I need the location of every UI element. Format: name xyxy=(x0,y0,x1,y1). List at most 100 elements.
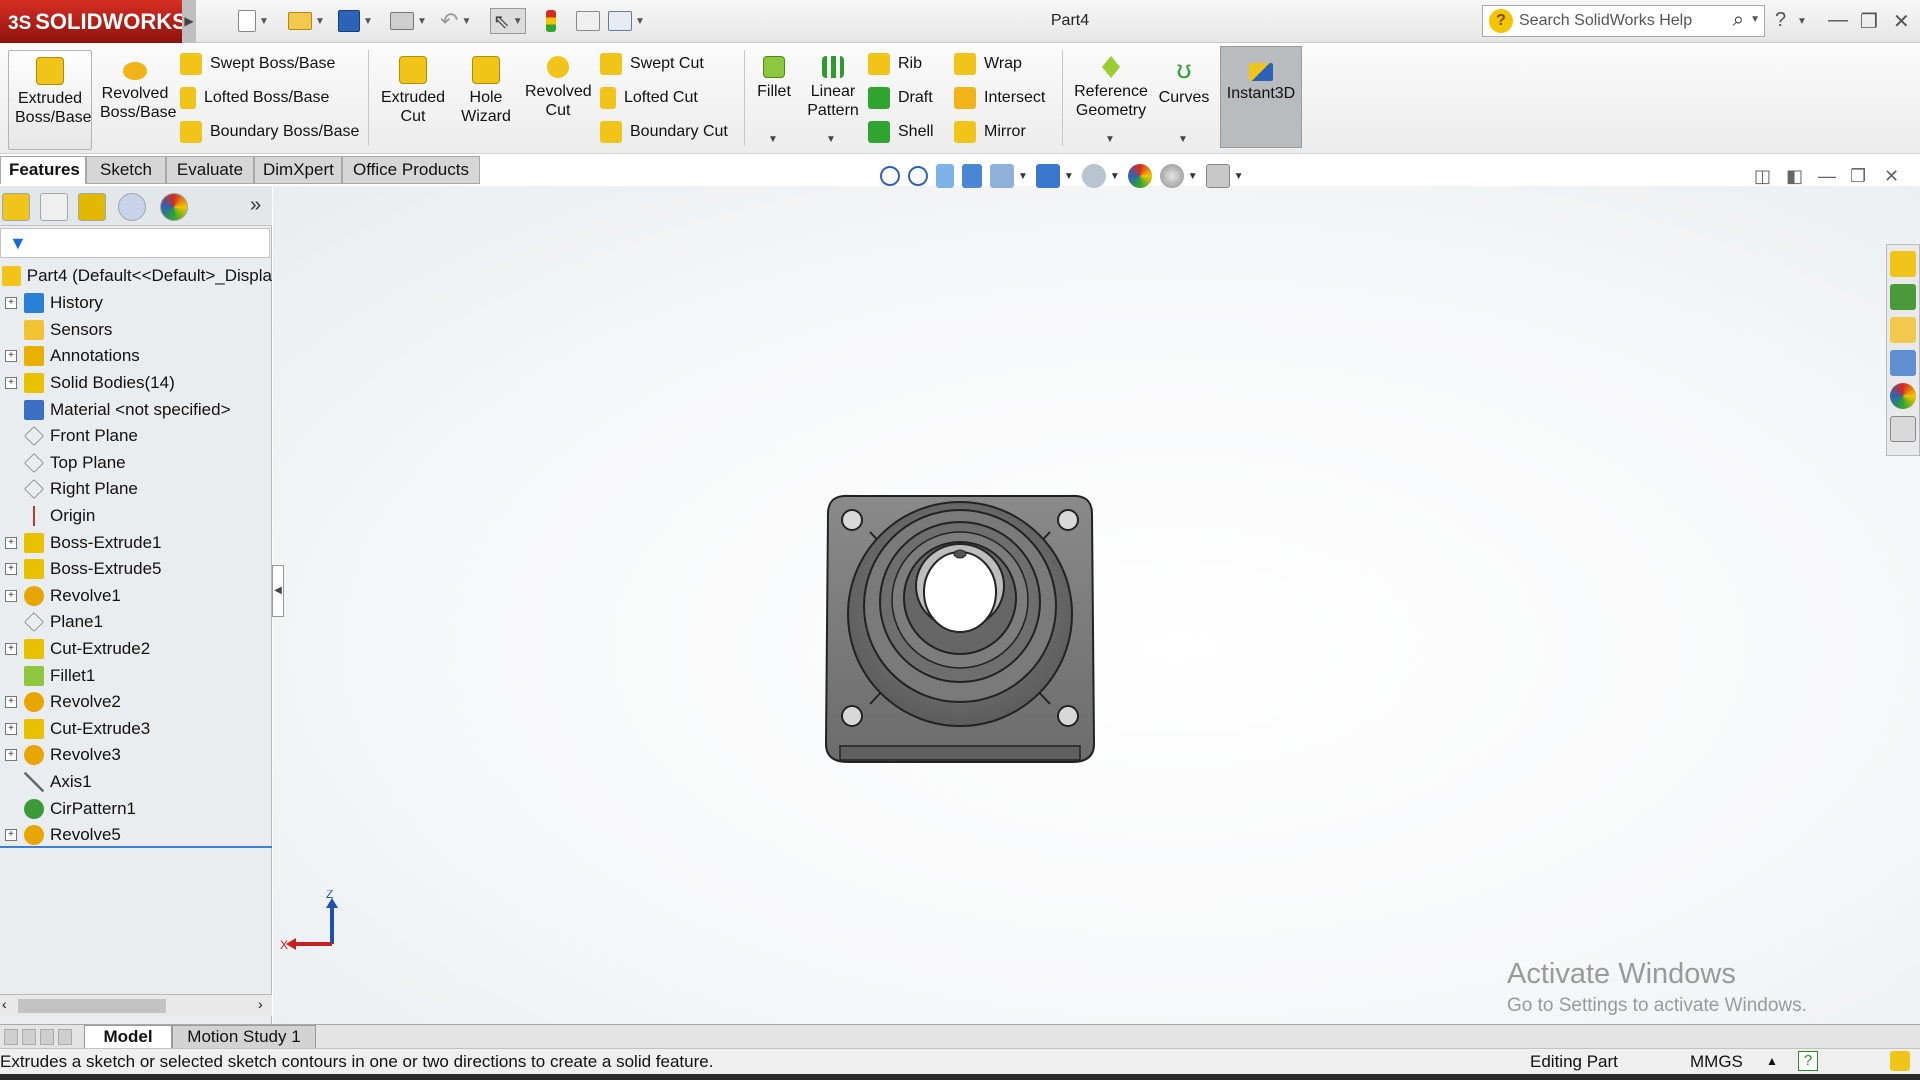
tree-item[interactable]: + Boss-Extrude1 xyxy=(0,529,272,556)
tab-sketch[interactable]: Sketch xyxy=(86,156,166,184)
expand-plus-icon[interactable]: + xyxy=(5,696,17,709)
chevron-down-icon[interactable]: ▼ xyxy=(363,16,373,27)
apply-scene-icon[interactable] xyxy=(1159,164,1184,188)
curves-button[interactable]: ʊ Curves xyxy=(1158,50,1210,107)
tree-item[interactable]: Material <not specified> xyxy=(0,396,272,423)
print-button[interactable]: ▼ xyxy=(390,8,427,34)
tree-filter[interactable]: ▼ xyxy=(0,228,270,258)
tree-item[interactable]: + Revolve2 xyxy=(0,689,272,716)
tree-item[interactable]: + Cut-Extrude3 xyxy=(0,716,272,743)
expand-plus-icon[interactable]: + xyxy=(5,749,17,762)
expand-plus-icon[interactable]: + xyxy=(5,350,17,363)
tab-dimxpert[interactable]: DimXpert xyxy=(254,156,342,184)
tab-motion-study-1[interactable]: Motion Study 1 xyxy=(172,1025,316,1049)
instant3d-button[interactable]: Instant3D xyxy=(1220,46,1302,148)
tab-evaluate[interactable]: Evaluate xyxy=(166,156,254,184)
expand-plus-icon[interactable]: + xyxy=(5,589,17,602)
tree-item[interactable]: Origin xyxy=(0,503,272,530)
prev-tab-arrow[interactable] xyxy=(22,1029,36,1045)
new-document-button[interactable]: ▼ xyxy=(238,8,269,34)
scroll-right-icon[interactable]: › xyxy=(258,996,263,1012)
tree-item[interactable]: Fillet1 xyxy=(0,662,272,689)
fillet-button[interactable]: Fillet xyxy=(750,50,798,101)
mirror-button[interactable]: Mirror xyxy=(954,118,1026,146)
view-orientation-icon[interactable] xyxy=(990,164,1014,188)
curves-dropdown-arrow[interactable]: ▼ xyxy=(1178,134,1188,145)
chevron-down-icon[interactable]: ▼ xyxy=(259,16,269,27)
tree-item[interactable]: + Cut-Extrude2 xyxy=(0,636,272,663)
boundary-boss-base-button[interactable]: Boundary Boss/Base xyxy=(180,118,359,146)
next-tab-arrow[interactable] xyxy=(40,1029,54,1045)
appearances-scenes-icon[interactable] xyxy=(1890,383,1916,409)
options-button[interactable]: ▼ xyxy=(608,8,645,34)
tree-item[interactable]: CirPattern1 xyxy=(0,795,272,822)
expand-plus-icon[interactable]: + xyxy=(5,643,17,656)
design-library-icon[interactable] xyxy=(1890,284,1916,310)
zoom-to-fit-icon[interactable] xyxy=(880,166,900,186)
tree-item[interactable]: + Solid Bodies(14) xyxy=(0,370,272,397)
chevron-down-icon[interactable]: ▼ xyxy=(1064,171,1074,182)
configuration-manager-icon[interactable] xyxy=(78,193,106,221)
chevron-down-icon[interactable]: ▼ xyxy=(315,16,325,27)
tab-model[interactable]: Model xyxy=(84,1025,172,1049)
extruded-boss-base-button[interactable]: Extruded Boss/Base xyxy=(8,50,92,150)
edit-appearance-icon[interactable] xyxy=(1127,164,1152,188)
expand-plus-icon[interactable]: + xyxy=(5,829,17,842)
expand-plus-icon[interactable]: + xyxy=(5,563,17,576)
tab-features[interactable]: Features xyxy=(0,156,86,184)
tree-item[interactable]: + Revolve5 xyxy=(0,822,272,849)
chevron-down-icon[interactable]: ▼ xyxy=(461,16,471,27)
intersect-button[interactable]: Intersect xyxy=(954,84,1045,112)
display-manager-icon[interactable] xyxy=(160,193,188,221)
chevron-down-icon[interactable]: ▼ xyxy=(1018,171,1028,182)
help-icon[interactable]: ? xyxy=(1775,9,1786,32)
flange-bearing-model[interactable] xyxy=(810,494,1110,764)
restore-icon[interactable]: ❐ xyxy=(1860,9,1878,34)
tree-item[interactable]: + Boss-Extrude5 xyxy=(0,556,272,583)
reference-geometry-dropdown-arrow[interactable]: ▼ xyxy=(1105,134,1115,145)
chevron-down-icon[interactable]: ▼ xyxy=(1188,171,1198,182)
tree-item[interactable]: Axis1 xyxy=(0,769,272,796)
tree-item[interactable]: + Revolve3 xyxy=(0,742,272,769)
doc-restore-icon[interactable]: ❐ xyxy=(1850,166,1866,187)
file-properties-button[interactable] xyxy=(576,8,600,34)
shell-button[interactable]: Shell xyxy=(868,118,934,146)
reference-geometry-button[interactable]: Reference Geometry xyxy=(1066,50,1156,120)
select-button[interactable]: ⇖ ▼ xyxy=(490,8,526,34)
expand-plus-icon[interactable]: + xyxy=(5,377,17,390)
display-style-icon[interactable] xyxy=(1035,164,1060,188)
hole-wizard-button[interactable]: Hole Wizard xyxy=(452,50,520,126)
boundary-cut-button[interactable]: Boundary Cut xyxy=(600,118,728,146)
open-button[interactable]: ▼ xyxy=(288,8,325,34)
expand-panel-icon[interactable]: » xyxy=(250,194,261,217)
doc-close-icon[interactable]: ✕ xyxy=(1884,166,1899,187)
feature-manager-icon[interactable] xyxy=(2,193,30,221)
chevron-down-icon[interactable]: ▼ xyxy=(635,16,645,27)
search-help-box[interactable]: ? Search SolidWorks Help ⌕ ▼ xyxy=(1482,5,1765,37)
split-view-icon[interactable]: ◫ xyxy=(1754,166,1771,187)
revolved-cut-button[interactable]: Revolved Cut xyxy=(522,50,594,120)
chevron-down-icon[interactable]: ▼ xyxy=(1234,171,1244,182)
tile-view-icon[interactable]: ◧ xyxy=(1786,166,1803,187)
linear-pattern-dropdown-arrow[interactable]: ▼ xyxy=(826,134,836,145)
minimize-icon[interactable]: — xyxy=(1828,9,1848,32)
rollback-bar[interactable] xyxy=(0,846,272,848)
tree-item[interactable]: Sensors xyxy=(0,317,272,344)
lofted-cut-button[interactable]: Lofted Cut xyxy=(600,84,698,112)
units-selector[interactable]: MMGS xyxy=(1690,1049,1743,1074)
view-settings-icon[interactable] xyxy=(1205,164,1230,188)
expand-plus-icon[interactable]: + xyxy=(5,536,17,549)
rebuild-button[interactable] xyxy=(546,8,556,34)
solidworks-logo[interactable]: 3S SOLIDWORKS xyxy=(0,0,187,43)
draft-button[interactable]: Draft xyxy=(868,84,933,112)
tree-item[interactable]: + Annotations xyxy=(0,343,272,370)
wrap-button[interactable]: Wrap xyxy=(954,50,1022,78)
menu-flyout-arrow[interactable]: ▶ xyxy=(182,0,196,43)
close-icon[interactable]: ✕ xyxy=(1893,9,1910,34)
undo-button[interactable]: ↶ ▼ xyxy=(440,8,471,34)
dimxpert-manager-icon[interactable] xyxy=(118,193,146,221)
view-palette-icon[interactable] xyxy=(1890,350,1916,376)
tree-item[interactable]: Plane1 xyxy=(0,609,272,636)
save-button[interactable]: ▼ xyxy=(338,8,373,34)
first-tab-arrow[interactable] xyxy=(4,1029,18,1045)
